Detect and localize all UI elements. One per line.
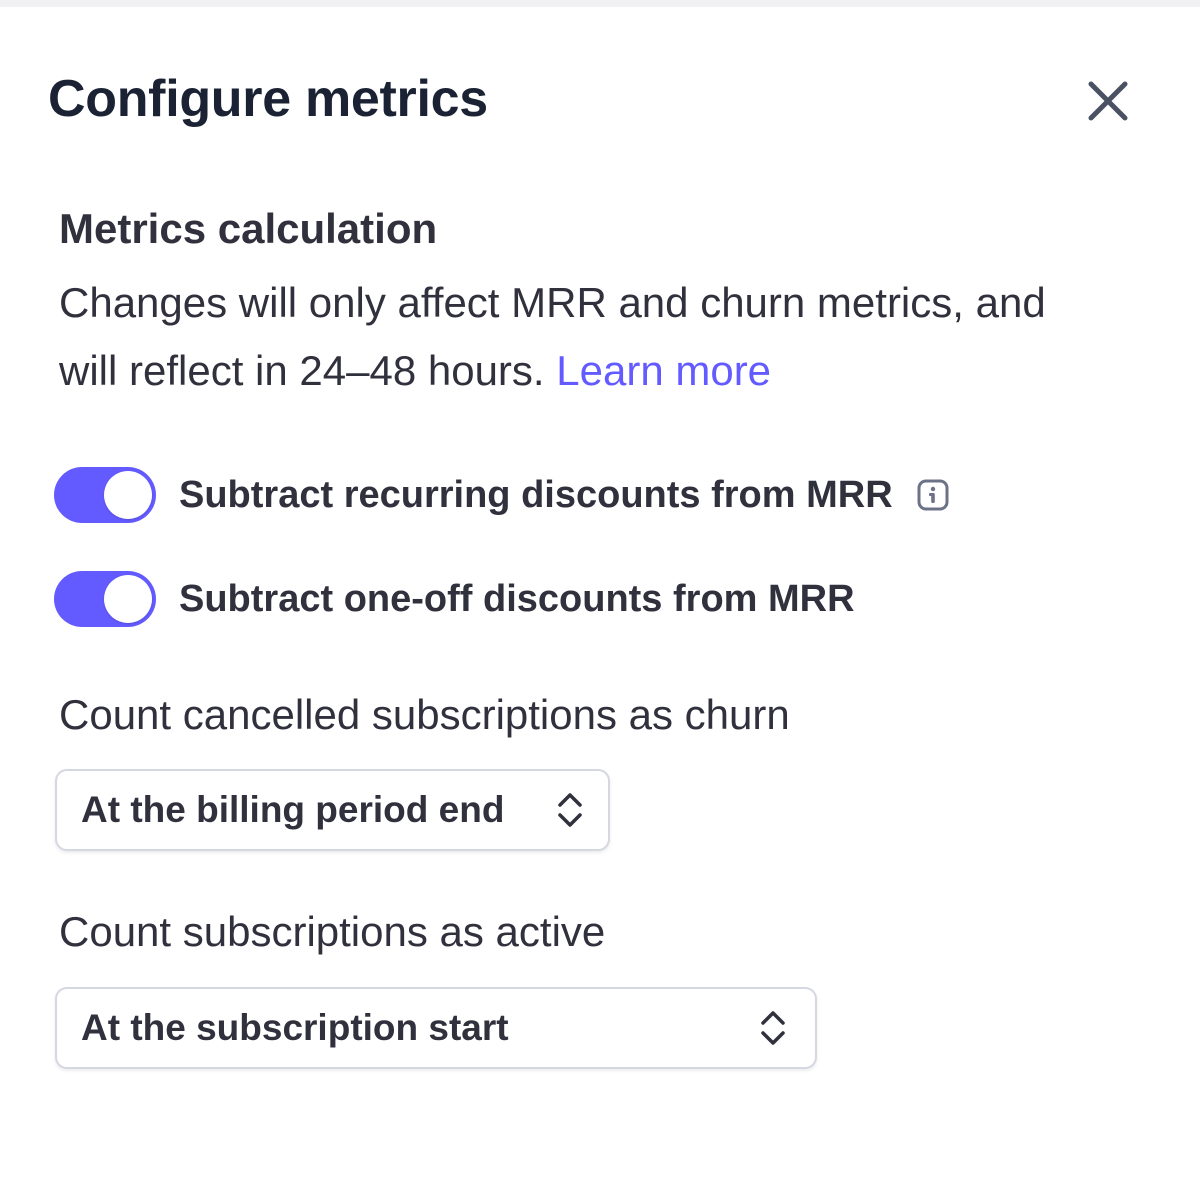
section-heading: Metrics calculation bbox=[59, 205, 438, 252]
churn-timing-value: At the billing period end bbox=[81, 789, 505, 830]
toggle-row-recurring-discounts: Subtract recurring discounts from MRR bbox=[54, 466, 949, 524]
recurring-discounts-label: Subtract recurring discounts from MRR bbox=[179, 473, 893, 516]
active-timing-value: At the subscription start bbox=[81, 1007, 509, 1048]
close-icon bbox=[1082, 75, 1134, 127]
section-description: Changes will only affect MRR and churn m… bbox=[59, 269, 1099, 405]
toggle-row-one-off-discounts: Subtract one-off discounts from MRR bbox=[54, 570, 855, 628]
description-text: Changes will only affect MRR and churn m… bbox=[59, 279, 1046, 394]
configure-metrics-panel: Configure metrics Metrics calculation Ch… bbox=[0, 7, 1200, 1183]
top-edge-strip bbox=[0, 0, 1200, 7]
churn-setting-label: Count cancelled subscriptions as churn bbox=[59, 691, 790, 738]
info-icon[interactable] bbox=[917, 479, 949, 511]
chevron-up-down-icon bbox=[556, 790, 584, 830]
one-off-discounts-label: Subtract one-off discounts from MRR bbox=[179, 577, 855, 620]
toggle-knob bbox=[104, 471, 152, 519]
toggle-knob bbox=[104, 575, 152, 623]
chevron-up-down-icon bbox=[759, 1008, 787, 1048]
active-timing-select[interactable]: At the subscription start bbox=[55, 987, 817, 1069]
one-off-discounts-toggle[interactable] bbox=[54, 571, 156, 627]
panel-title: Configure metrics bbox=[48, 70, 488, 128]
learn-more-link[interactable]: Learn more bbox=[556, 347, 771, 394]
churn-timing-select[interactable]: At the billing period end bbox=[55, 769, 610, 851]
close-button[interactable] bbox=[1082, 75, 1134, 127]
recurring-discounts-toggle[interactable] bbox=[54, 467, 156, 523]
active-setting-label: Count subscriptions as active bbox=[59, 908, 606, 955]
